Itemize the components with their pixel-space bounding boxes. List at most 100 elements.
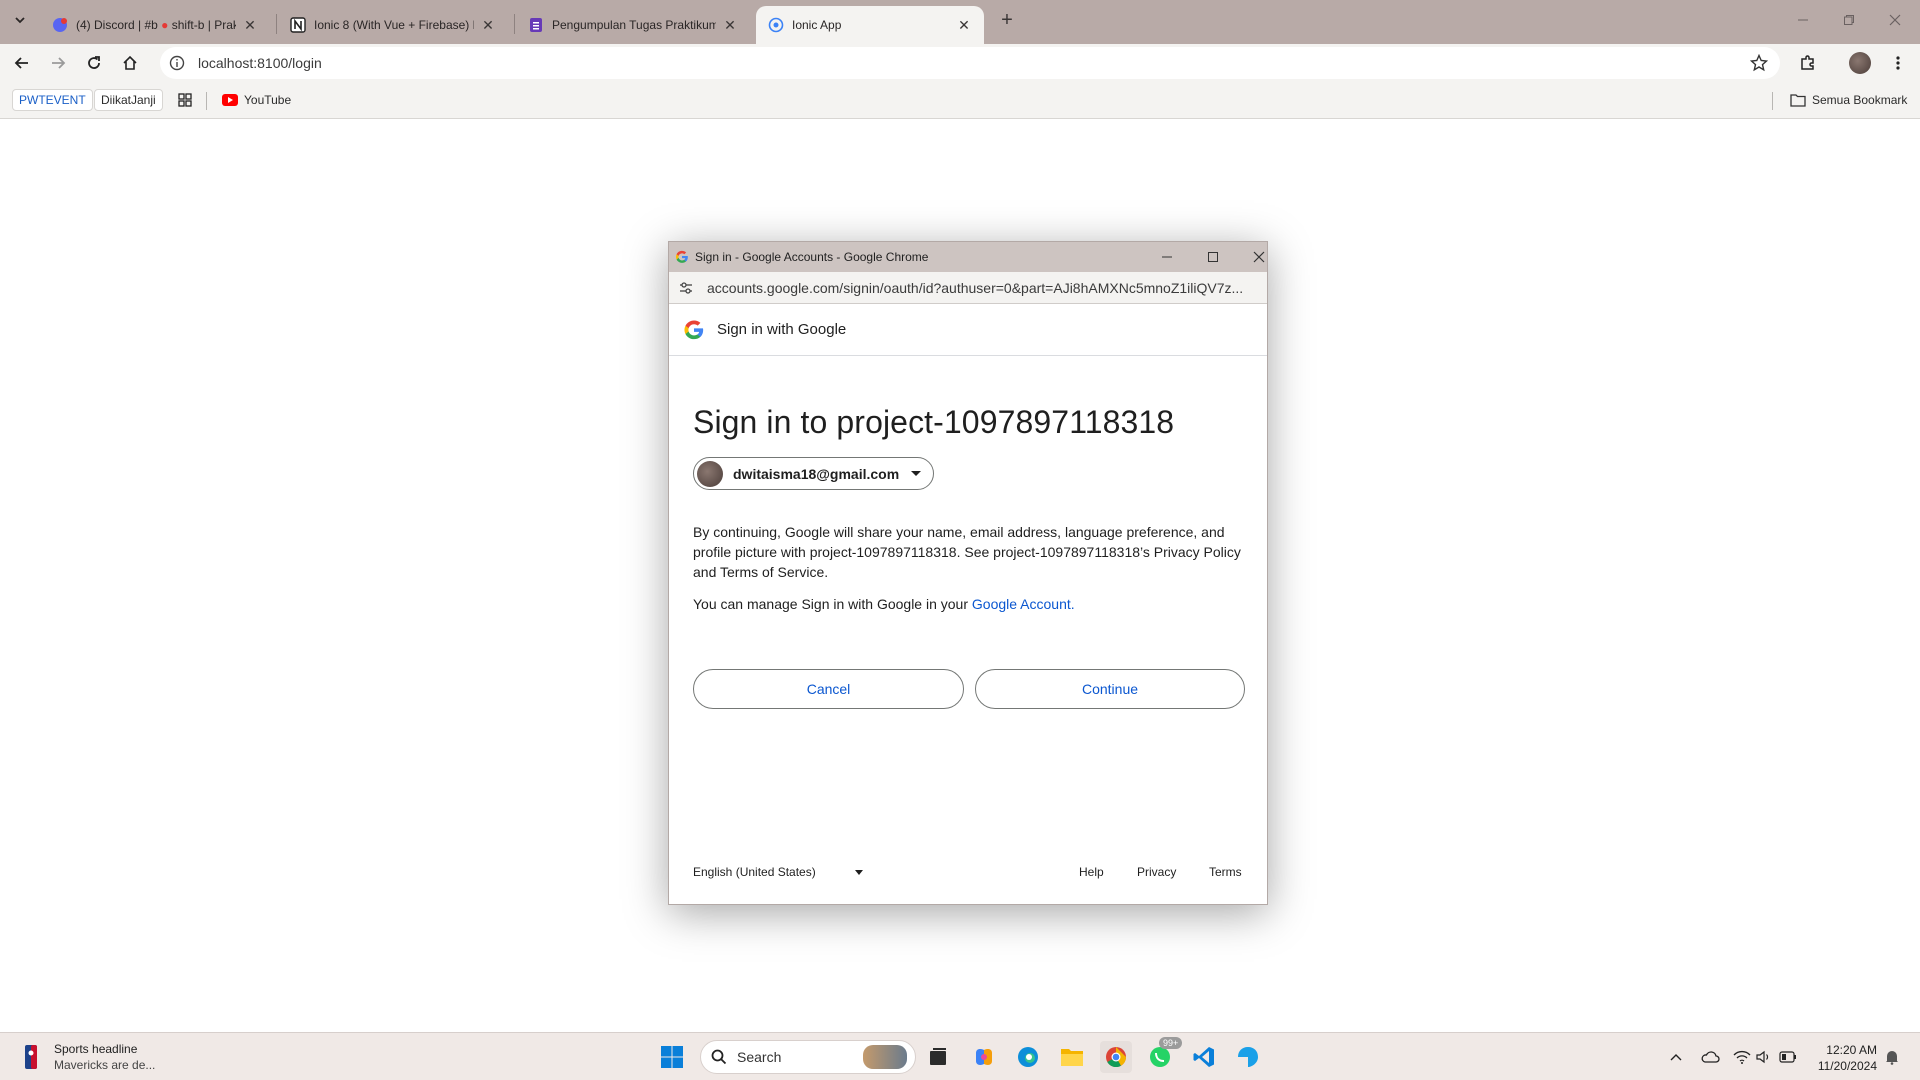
reload-button[interactable] <box>80 49 108 77</box>
google-logo-icon <box>675 250 688 263</box>
bookmark-pwtevent[interactable]: PWTEVENT <box>12 89 93 111</box>
forward-button[interactable] <box>44 49 72 77</box>
restore-button[interactable] <box>1826 6 1872 34</box>
tab-close-button[interactable]: ✕ <box>956 17 972 33</box>
consent-disclaimer: By continuing, Google will share your na… <box>693 524 1241 580</box>
popup-minimize-button[interactable] <box>1152 247 1182 267</box>
copilot-button[interactable] <box>968 1041 1000 1073</box>
chrome-icon <box>1106 1047 1127 1068</box>
edge-icon <box>1018 1047 1038 1067</box>
google-account-link[interactable]: Google Account. <box>972 596 1075 612</box>
speaker-icon <box>1756 1050 1769 1064</box>
search-placeholder: Search <box>737 1049 782 1065</box>
cancel-button[interactable]: Cancel <box>693 669 964 709</box>
popup-url-text: accounts.google.com/signin/oauth/id?auth… <box>707 279 1244 296</box>
battery-icon <box>1779 1051 1796 1063</box>
system-clock[interactable]: 12:20 AM 11/20/2024 <box>1805 1042 1877 1074</box>
youtube-icon <box>222 94 238 106</box>
home-icon <box>123 55 137 70</box>
back-button[interactable] <box>8 49 36 77</box>
arrow-left-icon <box>14 57 28 69</box>
avatar <box>697 460 723 487</box>
onedrive-button[interactable] <box>1700 1047 1720 1067</box>
popup-address-bar: accounts.google.com/signin/oauth/id?auth… <box>669 272 1267 304</box>
discord-icon <box>52 17 68 33</box>
news-widget[interactable]: Sports headline Mavericks are de... <box>22 1041 155 1073</box>
tab-title: (4) Discord | #b <box>76 18 158 32</box>
close-window-button[interactable] <box>1872 6 1918 34</box>
apps-button[interactable] <box>172 89 198 111</box>
chrome-button[interactable] <box>1100 1041 1132 1073</box>
bookmark-diikatjanji[interactable]: DiikatJanji <box>94 89 163 111</box>
bookmark-star-icon[interactable] <box>1750 54 1768 72</box>
news-title: Sports headline <box>54 1042 138 1056</box>
google-signin-popup: Sign in - Google Accounts - Google Chrom… <box>668 241 1268 905</box>
new-tab-button[interactable]: + <box>995 8 1019 32</box>
tab-ionic-notion[interactable]: Ionic 8 (With Vue + Firebase) B ✕ <box>278 6 508 44</box>
privacy-link[interactable]: Privacy <box>1137 865 1176 879</box>
tab-search-button[interactable] <box>8 8 32 32</box>
windows-taskbar: Sports headline Mavericks are de... Sear… <box>0 1032 1920 1080</box>
manage-prefix: You can manage Sign in with Google in yo… <box>693 596 972 612</box>
tab-pengumpulan[interactable]: Pengumpulan Tugas Praktikum ✕ <box>516 6 750 44</box>
tab-close-button[interactable]: ✕ <box>480 17 496 33</box>
bookmark-separator <box>206 92 207 110</box>
browser-toolbar: localhost:8100/login <box>0 44 1920 82</box>
account-chooser[interactable]: dwitaisma18@gmail.com <box>693 457 935 490</box>
terms-link[interactable]: Terms <box>1209 865 1242 879</box>
caret-down-icon <box>911 471 922 476</box>
battery-button[interactable] <box>1778 1047 1798 1067</box>
site-info-icon[interactable] <box>168 54 186 72</box>
volume-button[interactable] <box>1754 1047 1774 1067</box>
reload-icon <box>88 56 100 69</box>
extensions-button[interactable] <box>1794 49 1822 77</box>
popup-close-button[interactable] <box>1244 247 1274 267</box>
vscode-icon <box>1193 1047 1214 1067</box>
app-button[interactable] <box>1232 1041 1264 1073</box>
task-view-button[interactable] <box>922 1041 954 1073</box>
language-selector[interactable]: English (United States) <box>693 865 863 879</box>
clock-date: 11/20/2024 <box>1817 1059 1877 1073</box>
avatar <box>1849 52 1871 74</box>
popup-maximize-button[interactable] <box>1198 247 1228 267</box>
help-link[interactable]: Help <box>1079 865 1104 879</box>
address-bar[interactable]: localhost:8100/login <box>160 47 1780 79</box>
bookmark-youtube[interactable]: YouTube <box>216 89 297 111</box>
tab-title-suffix: shift-b | Prak <box>171 18 236 32</box>
tab-title: Ionic 8 (With Vue + Firebase) B <box>314 18 474 32</box>
forms-icon <box>528 17 544 33</box>
windows-logo-icon <box>661 1046 683 1068</box>
tab-title: Ionic App <box>792 18 842 32</box>
all-bookmarks-button[interactable]: Semua Bookmark <box>1784 89 1913 111</box>
tab-strip: (4) Discord | #b ● shift-b | Prak ✕ Ioni… <box>0 0 1920 44</box>
vscode-button[interactable] <box>1188 1041 1220 1073</box>
tab-close-button[interactable]: ✕ <box>242 17 258 33</box>
tab-separator <box>276 14 277 34</box>
globe-icon <box>768 17 784 33</box>
edge-button[interactable] <box>1012 1041 1044 1073</box>
profile-button[interactable] <box>1846 49 1874 77</box>
tab-discord[interactable]: (4) Discord | #b ● shift-b | Prak ✕ <box>40 6 270 44</box>
bookmark-label: DiikatJanji <box>101 93 156 107</box>
google-signin-header: Sign in with Google <box>669 304 1267 356</box>
tab-close-button[interactable]: ✕ <box>722 17 738 33</box>
manage-account-text: You can manage Sign in with Google in yo… <box>693 596 1075 612</box>
popup-title-bar[interactable]: Sign in - Google Accounts - Google Chrom… <box>669 242 1267 272</box>
home-button[interactable] <box>116 49 144 77</box>
menu-button[interactable] <box>1884 49 1912 77</box>
file-explorer-button[interactable] <box>1056 1041 1088 1073</box>
start-button[interactable] <box>656 1041 688 1073</box>
maximize-icon <box>1208 252 1218 262</box>
wifi-icon <box>1733 1050 1751 1064</box>
tray-overflow-button[interactable] <box>1666 1047 1686 1067</box>
wifi-button[interactable] <box>1732 1047 1752 1067</box>
notifications-button[interactable] <box>1882 1047 1902 1067</box>
close-icon <box>1253 251 1265 263</box>
arrow-right-icon <box>52 57 66 69</box>
continue-button[interactable]: Continue <box>975 669 1245 709</box>
site-settings-icon[interactable] <box>677 279 695 297</box>
tab-ionic-app[interactable]: Ionic App ✕ <box>756 6 984 44</box>
taskbar-search[interactable]: Search <box>700 1040 916 1074</box>
news-subtitle: Mavericks are de... <box>54 1058 156 1072</box>
minimize-button[interactable] <box>1780 6 1826 34</box>
